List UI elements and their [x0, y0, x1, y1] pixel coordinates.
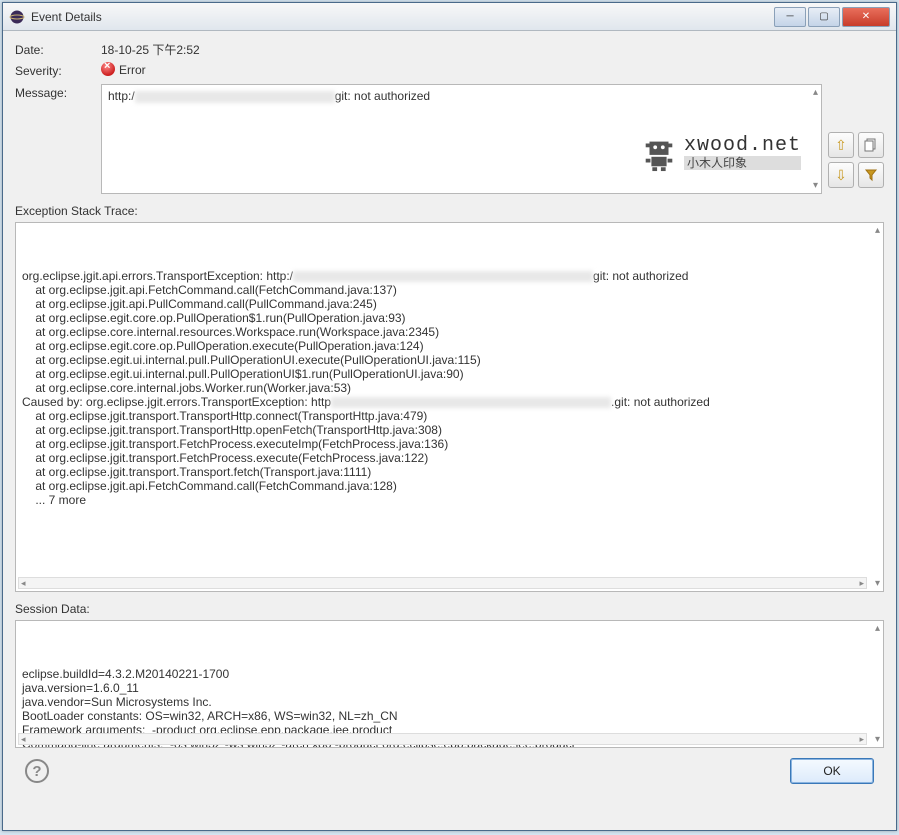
stack-trace-label: Exception Stack Trace: [15, 204, 884, 218]
stack-trace-textarea[interactable]: ▴ org.eclipse.jgit.api.errors.TransportE… [15, 222, 884, 592]
prev-event-button[interactable]: ⇧ [828, 132, 854, 158]
scroll-down-indicator[interactable]: ▾ [813, 180, 818, 191]
horizontal-scrollbar[interactable] [18, 733, 867, 745]
help-button[interactable]: ? [25, 759, 49, 783]
message-suffix: git: not authorized [335, 89, 430, 103]
watermark-line1: xwood.net [684, 136, 801, 156]
stack-trace-content: org.eclipse.jgit.api.errors.TransportExc… [22, 269, 877, 507]
maximize-button[interactable]: ▢ [808, 7, 840, 27]
message-label: Message: [15, 84, 101, 100]
scroll-up-indicator[interactable]: ▴ [875, 623, 880, 634]
error-icon [101, 62, 115, 76]
robot-icon [640, 133, 678, 173]
next-event-button[interactable]: ⇩ [828, 162, 854, 188]
filter-button[interactable] [858, 162, 884, 188]
arrow-up-icon: ⇧ [835, 137, 847, 154]
filter-icon [864, 168, 878, 182]
scroll-up-indicator[interactable]: ▴ [813, 87, 818, 98]
severity-label: Severity: [15, 62, 101, 78]
severity-value: Error [101, 62, 146, 77]
close-button[interactable]: ✕ [842, 7, 890, 27]
copy-button[interactable] [858, 132, 884, 158]
scroll-down-indicator[interactable]: ▾ [875, 734, 880, 745]
minimize-button[interactable]: ─ [774, 7, 806, 27]
message-textarea[interactable]: http:/ git: not authorized [101, 84, 822, 194]
severity-text: Error [119, 63, 146, 77]
watermark-line2: 小木人印象 [684, 156, 801, 170]
horizontal-scrollbar[interactable] [18, 577, 867, 589]
date-label: Date: [15, 41, 101, 57]
titlebar[interactable]: Event Details ─ ▢ ✕ [3, 3, 896, 31]
ok-label: OK [823, 764, 840, 778]
arrow-down-icon: ⇩ [835, 167, 847, 184]
session-data-label: Session Data: [15, 602, 884, 616]
eclipse-icon [9, 9, 25, 25]
scroll-up-indicator[interactable]: ▴ [875, 225, 880, 236]
ok-button[interactable]: OK [790, 758, 874, 784]
watermark: xwood.net 小木人印象 [640, 133, 801, 173]
scroll-down-indicator[interactable]: ▾ [875, 578, 880, 589]
window-title: Event Details [31, 10, 772, 24]
date-value: 18-10-25 下午2:52 [101, 41, 200, 58]
message-prefix: http:/ [108, 89, 135, 103]
session-data-textarea[interactable]: ▴ eclipse.buildId=4.3.2.M20140221-1700 j… [15, 620, 884, 748]
event-details-dialog: Event Details ─ ▢ ✕ Date: 18-10-25 下午2:5… [2, 2, 897, 831]
copy-icon [864, 138, 878, 152]
redacted-url [135, 91, 335, 103]
